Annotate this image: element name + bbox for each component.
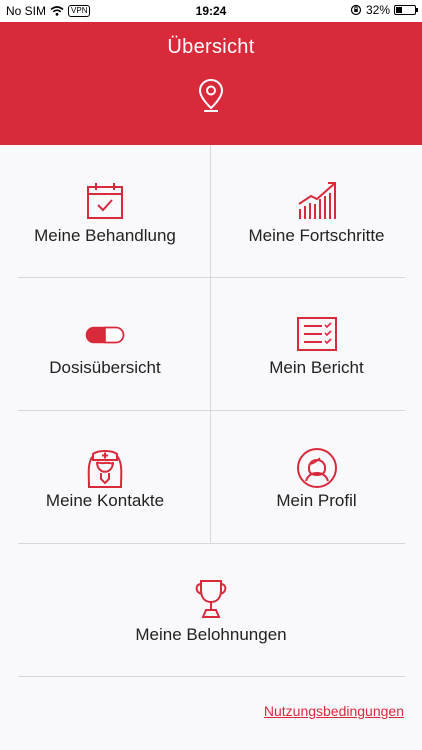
battery-tip (416, 8, 418, 12)
tile-mein-profil[interactable]: Mein Profil (211, 411, 422, 543)
tile-label: Mein Profil (276, 491, 357, 510)
tile-meine-kontakte[interactable]: Meine Kontakte (0, 411, 210, 543)
tile-dosisuebersicht[interactable]: Dosisübersicht (0, 278, 210, 410)
tile-meine-behandlung[interactable]: Meine Behandlung (0, 145, 210, 277)
page-title: Übersicht (167, 36, 255, 58)
status-right: 32% (350, 3, 418, 17)
divider-horizontal (18, 543, 405, 544)
tile-label: Mein Bericht (269, 358, 364, 377)
checklist-report-icon (296, 317, 337, 351)
orientation-lock-icon (350, 4, 362, 16)
divider-horizontal (18, 277, 405, 278)
tile-meine-fortschritte[interactable]: Meine Fortschritte (211, 145, 422, 277)
bar-chart-trend-icon (297, 182, 336, 219)
tile-label: Dosisübersicht (49, 358, 161, 377)
nurse-icon (87, 450, 123, 488)
status-bar: No SIM VPN 19:24 32% (0, 0, 422, 22)
battery-percent: 32% (365, 3, 390, 17)
terms-link[interactable]: Nutzungsbedingungen (264, 703, 404, 719)
tile-label: Meine Kontakte (45, 491, 165, 510)
divider-horizontal (18, 410, 405, 411)
profile-icon (296, 448, 337, 488)
battery-icon (394, 5, 418, 15)
location-pin-icon (198, 78, 224, 112)
divider-horizontal (18, 676, 405, 677)
battery-level (396, 7, 402, 13)
tile-label: Meine Belohnungen (135, 625, 287, 644)
divider-vertical (210, 145, 211, 543)
tile-meine-belohnungen[interactable]: Meine Belohnungen (0, 544, 422, 676)
calendar-check-icon (87, 183, 123, 219)
tile-label: Meine Behandlung (34, 226, 176, 245)
trophy-icon (195, 580, 227, 618)
page-header: Übersicht (0, 22, 422, 145)
tile-mein-bericht[interactable]: Mein Bericht (211, 278, 422, 410)
pill-icon (85, 326, 125, 344)
tile-label: Meine Fortschritte (248, 226, 385, 245)
